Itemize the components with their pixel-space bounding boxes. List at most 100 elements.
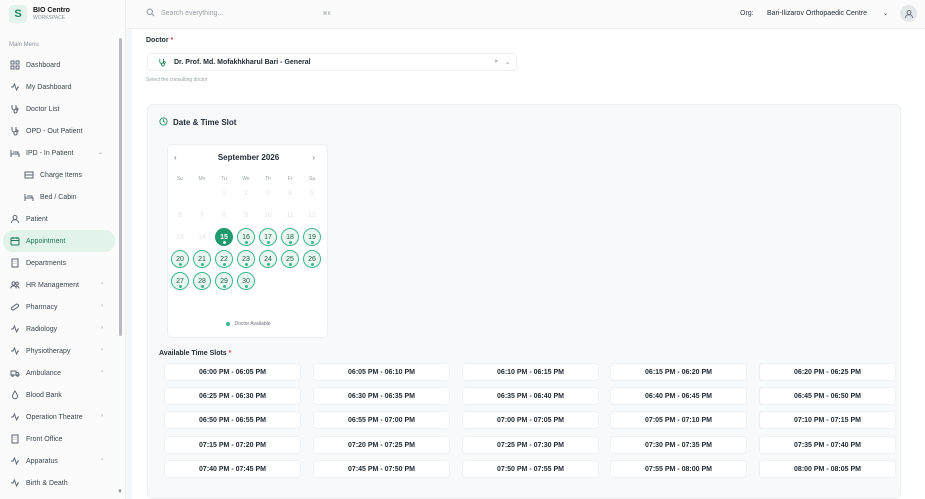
chevron-down-icon[interactable]: ⌄ (505, 59, 510, 66)
chevron-down-icon: ⌄ (97, 150, 103, 156)
calendar-day[interactable]: 21 (193, 250, 211, 268)
chevron-down-icon: ⌄ (882, 11, 888, 17)
time-slot-button[interactable]: 06:10 PM - 06:15 PM (462, 363, 599, 381)
sidebar-item-operation-theatre[interactable]: Operation Theatre › (3, 406, 115, 428)
time-slot-button[interactable]: 07:35 PM - 07:40 PM (759, 436, 896, 454)
time-slot-button[interactable]: 07:30 PM - 07:35 PM (610, 436, 747, 454)
calendar-day[interactable]: 25 (281, 250, 299, 268)
time-slot-button[interactable]: 07:25 PM - 07:30 PM (462, 436, 599, 454)
sidebar-item-departments[interactable]: Departments (3, 252, 115, 274)
sidebar-item-bed-cabin[interactable]: Bed / Cabin (3, 186, 115, 208)
sidebar-item-label: Radiology (26, 325, 58, 333)
time-slot-button[interactable]: 07:40 PM - 07:45 PM (164, 460, 301, 478)
time-slot-button[interactable]: 07:55 PM - 08:00 PM (610, 460, 747, 478)
calendar-day: 6 (178, 211, 182, 219)
sidebar-item-radiology[interactable]: Radiology › (3, 318, 115, 340)
sidebar-item-blood-bank[interactable]: Blood Bank (3, 384, 115, 406)
calendar-day[interactable]: 24 (259, 250, 277, 268)
calendar-day[interactable]: 23 (237, 250, 255, 268)
time-slots-label: Available Time Slots * (159, 350, 232, 357)
weekday-label: We (242, 176, 250, 182)
sidebar-item-hr-management[interactable]: HR Management › (3, 274, 115, 296)
calendar-day: 7 (200, 211, 204, 219)
calendar-legend: Doctor Available (168, 321, 329, 327)
time-slot-button[interactable]: 07:10 PM - 07:15 PM (759, 411, 896, 429)
time-slot-button[interactable]: 06:45 PM - 06:50 PM (759, 387, 896, 405)
brand-name: BIO Centro (33, 7, 70, 14)
sidebar-item-front-office[interactable]: Front Office (3, 428, 115, 450)
sidebar-item-doctor-list[interactable]: Doctor List (3, 98, 115, 120)
user-avatar[interactable] (900, 5, 917, 22)
time-slot-button[interactable]: 07:45 PM - 07:50 PM (313, 460, 450, 478)
scroll-down-icon[interactable]: ▼ (117, 489, 123, 495)
calendar-day[interactable]: 28 (193, 272, 211, 290)
time-slot-button[interactable]: 07:05 PM - 07:10 PM (610, 411, 747, 429)
sidebar-item-ipd-in-patient[interactable]: IPD - In Patient ⌄ (3, 142, 115, 164)
sidebar-item-appointment[interactable]: Appointment (3, 230, 115, 252)
time-slot-button[interactable]: 06:20 PM - 06:25 PM (759, 363, 896, 381)
calendar-day[interactable]: 15 (215, 228, 233, 246)
calendar-day: 5 (310, 189, 314, 197)
calendar-day: 1 (222, 189, 226, 197)
sidebar-item-label: Appointment (26, 237, 66, 245)
time-slot-button[interactable]: 06:35 PM - 06:40 PM (462, 387, 599, 405)
calendar-day[interactable]: 29 (215, 272, 233, 290)
sidebar-scrollbar[interactable] (119, 38, 122, 336)
calendar-day[interactable]: 16 (237, 228, 255, 246)
weekday-label: Su (176, 176, 184, 182)
sidebar-item-ambulance[interactable]: Ambulance › (3, 362, 115, 384)
brand[interactable]: S BIO Centro WORKSPACE (9, 5, 70, 23)
time-slot-button[interactable]: 06:40 PM - 06:45 PM (610, 387, 747, 405)
time-slot-button[interactable]: 07:15 PM - 07:20 PM (164, 436, 301, 454)
time-slot-button[interactable]: 06:00 PM - 06:05 PM (164, 363, 301, 381)
sidebar-item-label: My Dashboard (26, 83, 72, 91)
sidebar-item-my-dashboard[interactable]: My Dashboard (3, 76, 115, 98)
bed-icon (23, 192, 34, 203)
sidebar-item-patient[interactable]: Patient (3, 208, 115, 230)
calendar-day[interactable]: 18 (281, 228, 299, 246)
calendar-day: 8 (222, 211, 226, 219)
sidebar-item-label: Blood Bank (26, 391, 62, 399)
time-slot-button[interactable]: 07:20 PM - 07:25 PM (313, 436, 450, 454)
chevron-right-icon: › (101, 281, 103, 287)
calendar-day: 2 (244, 189, 248, 197)
calendar-day[interactable]: 26 (303, 250, 321, 268)
grid-icon (9, 60, 20, 71)
chevron-right-icon[interactable]: › (312, 153, 315, 162)
stethoscope-icon (9, 126, 20, 137)
calendar-day[interactable]: 20 (171, 250, 189, 268)
time-slot-button[interactable]: 06:30 PM - 06:35 PM (313, 387, 450, 405)
sidebar-item-apparatus[interactable]: Apparatus › (3, 450, 115, 472)
sidebar-item-pharmacy[interactable]: Pharmacy › (3, 296, 115, 318)
time-slot-button[interactable]: 06:15 PM - 06:20 PM (610, 363, 747, 381)
sidebar-item-charge-items[interactable]: Charge Items (3, 164, 115, 186)
time-slot-button[interactable]: 06:05 PM - 06:10 PM (313, 363, 450, 381)
doctor-select[interactable]: Dr. Prof. Md. Mofakhkharul Bari - Genera… (147, 53, 517, 71)
time-slot-button[interactable]: 06:50 PM - 06:55 PM (164, 411, 301, 429)
search-shortcut: ⌘K (322, 10, 331, 17)
clear-icon[interactable]: × (494, 59, 498, 65)
global-search[interactable]: Search everything... ⌘K (146, 8, 331, 19)
sidebar-item-label: Charge Items (40, 171, 83, 179)
calendar-month: September 2026 (217, 153, 280, 162)
calendar-day[interactable]: 30 (237, 272, 255, 290)
chevron-right-icon: › (101, 369, 103, 375)
org-select[interactable]: Bari-Ilizarov Orthopaedic Centre ⌄ (763, 6, 891, 21)
time-slot-button[interactable]: 06:25 PM - 06:30 PM (164, 387, 301, 405)
calendar-day[interactable]: 27 (171, 272, 189, 290)
calendar-day: 14 (198, 233, 206, 241)
sidebar-item-physiotherapy[interactable]: Physiotherapy › (3, 340, 115, 362)
sidebar-item-dashboard[interactable]: Dashboard (3, 54, 115, 76)
calendar-day[interactable]: 22 (215, 250, 233, 268)
calendar-day[interactable]: 17 (259, 228, 277, 246)
time-slot-button[interactable]: 06:55 PM - 07:00 PM (313, 411, 450, 429)
time-slot-button[interactable]: 07:00 PM - 07:05 PM (462, 411, 599, 429)
calendar-day[interactable]: 19 (303, 228, 321, 246)
user-icon (9, 214, 20, 225)
time-slot-button[interactable]: 08:00 PM - 08:05 PM (759, 460, 896, 478)
time-slot-button[interactable]: 07:50 PM - 07:55 PM (462, 460, 599, 478)
calendar-day: 11 (286, 211, 294, 219)
search-input[interactable]: Search everything... (161, 10, 223, 17)
sidebar-item-opd-out-patient[interactable]: OPD - Out Patient (3, 120, 115, 142)
sidebar-item-birth-death[interactable]: Birth & Death (3, 472, 115, 494)
